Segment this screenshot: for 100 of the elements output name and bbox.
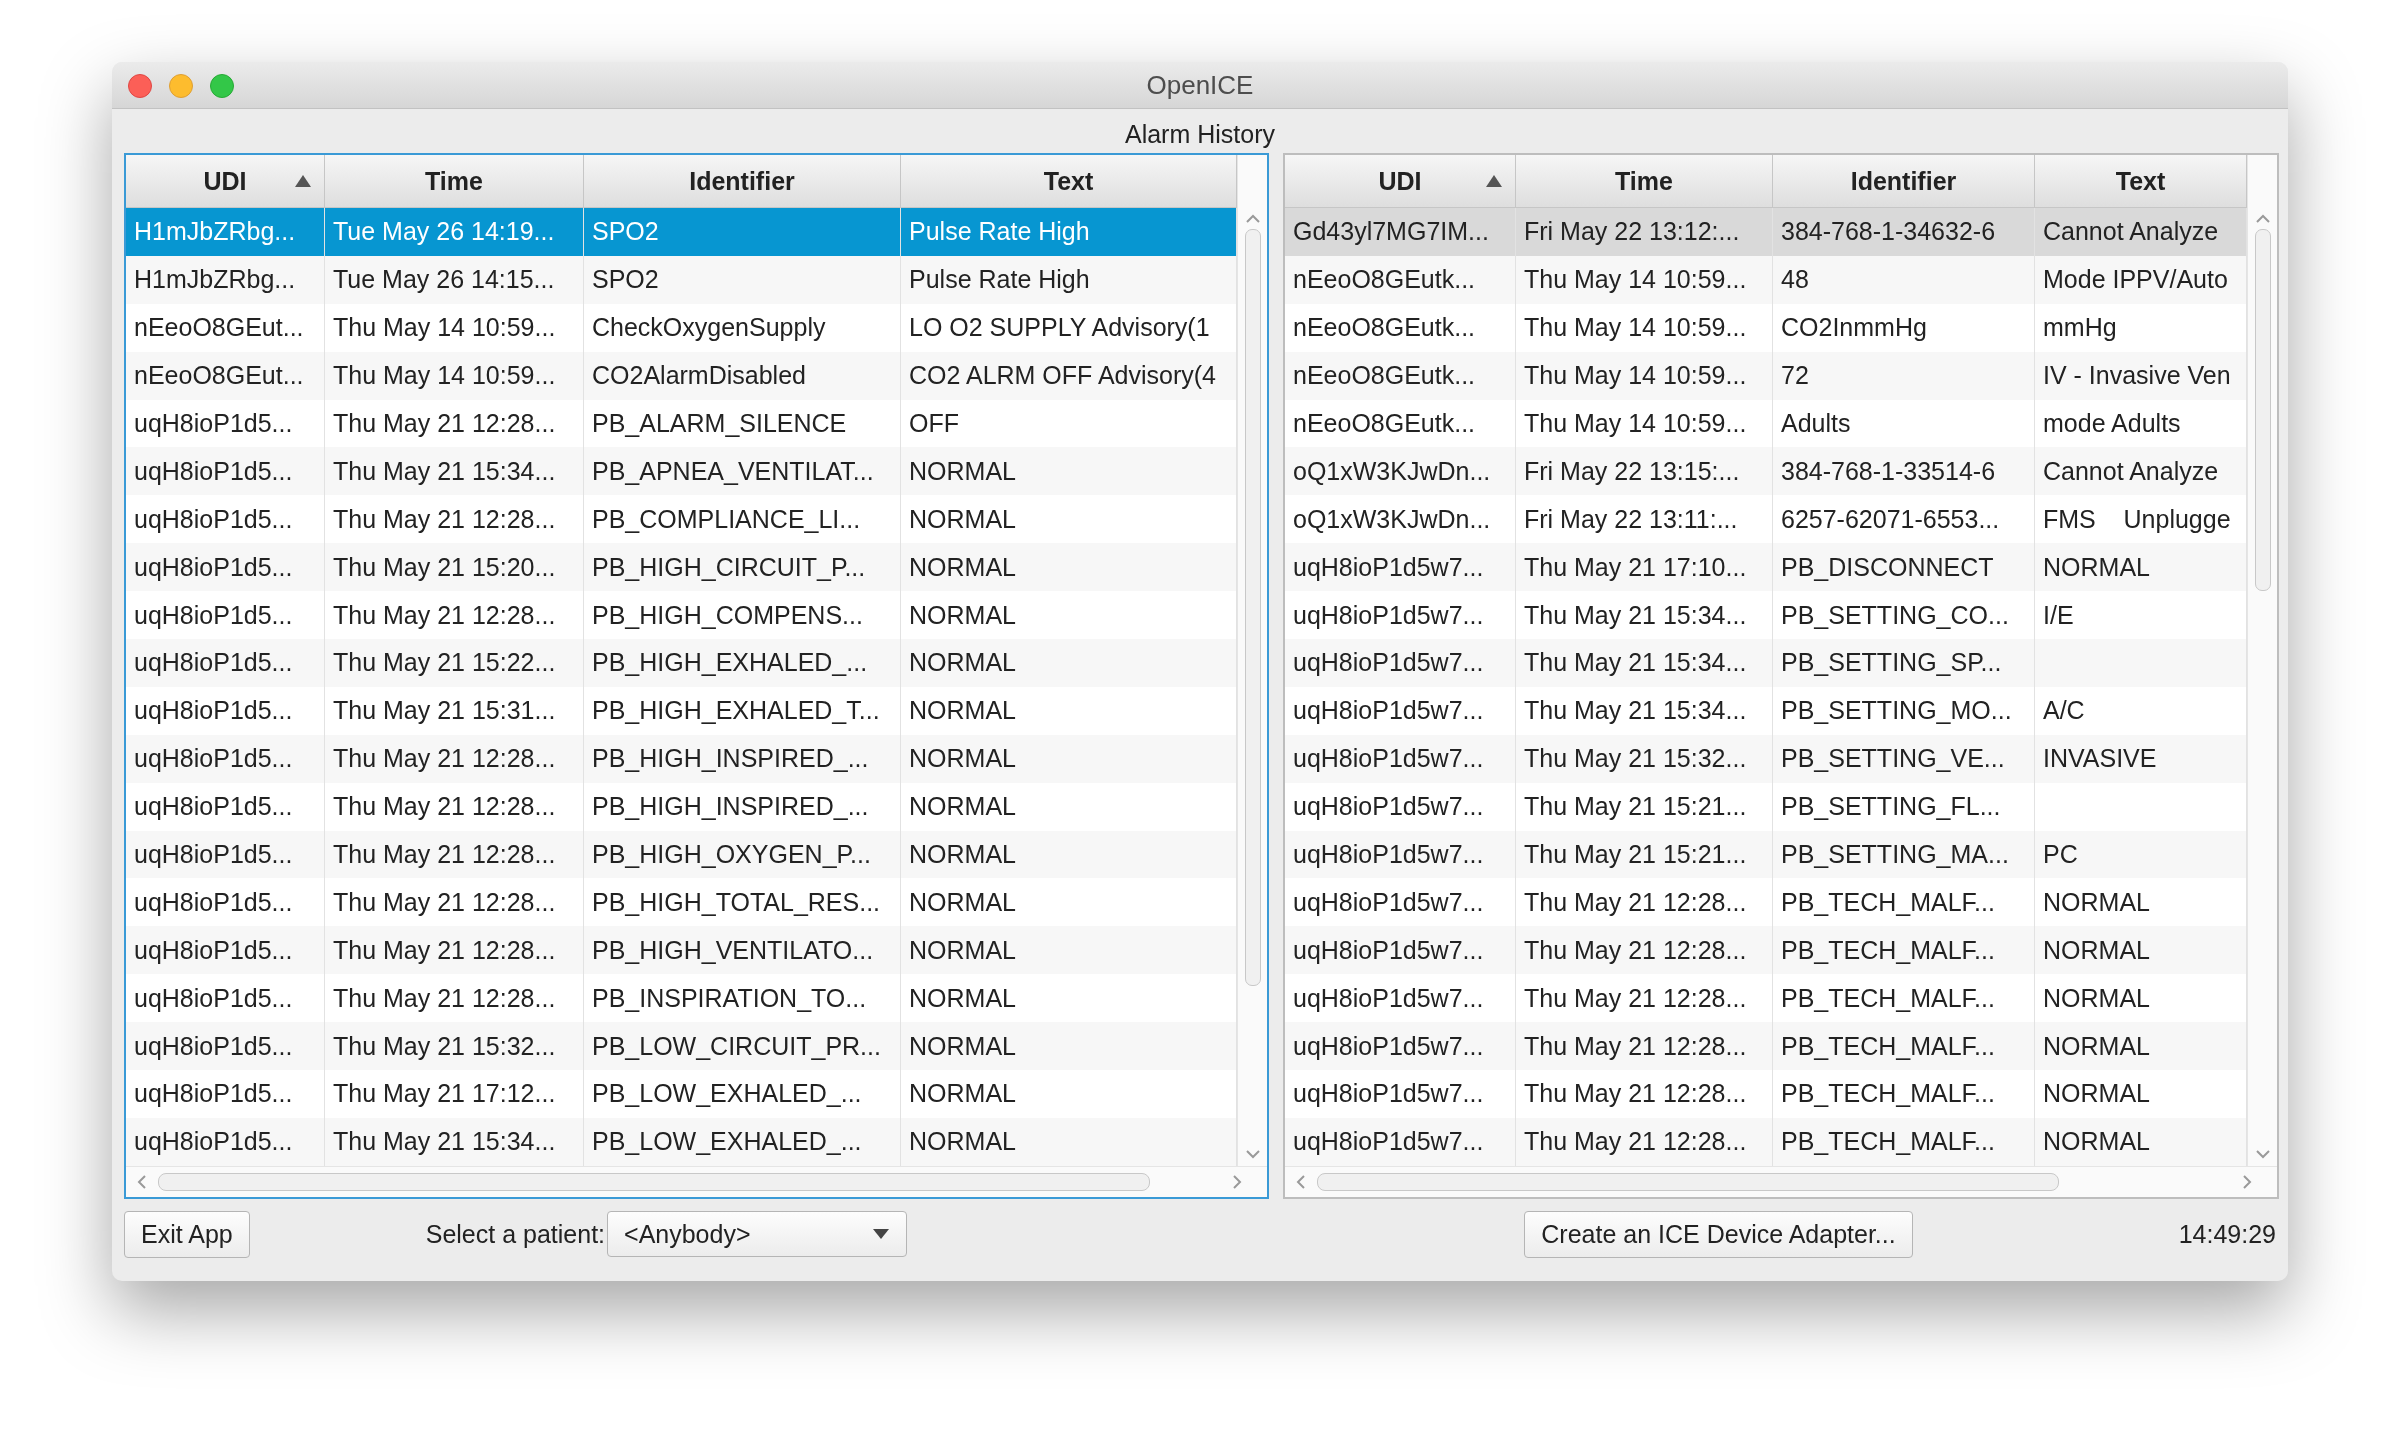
table-cell: uqH8ioP1d5...: [134, 1079, 293, 1109]
close-button[interactable]: [128, 74, 152, 98]
table-row[interactable]: uqH8ioP1d5w7... Thu May 21 12:28... PB_TECH_MALF... NORMAL: [1285, 1117, 2247, 1166]
minimize-button[interactable]: [169, 74, 193, 98]
patient-dropdown[interactable]: <Anybody>: [607, 1211, 908, 1258]
table-cell: PB_SETTING_MA...: [1781, 840, 2009, 869]
table-cell: Mode IPPV/Auto: [2043, 265, 2228, 295]
horizontal-scrollbar[interactable]: [1285, 1165, 2277, 1197]
table-cell: uqH8ioP1d5w7...: [1293, 887, 1484, 917]
table-cell: NORMAL: [2043, 1079, 2150, 1109]
scroll-down-icon[interactable]: [2253, 1147, 2272, 1160]
table-cell: uqH8ioP1d5...: [134, 935, 293, 965]
table-cell: oQ1xW3KJwDn...: [1293, 456, 1491, 486]
table-cell: PB_SETTING_MO...: [1781, 696, 2012, 726]
vertical-scrollbar[interactable]: [1237, 155, 1267, 1166]
table-cell: Thu May 14 10:59...: [1524, 313, 1747, 343]
table-row[interactable]: uqH8ioP1d5... Thu May 21 15:20... PB_HIGH_CIRCUIT_P... NORMAL: [126, 543, 1237, 592]
table-cell: nEeoO8GEut...: [134, 313, 304, 343]
table-cell: NORMAL: [2043, 1031, 2150, 1061]
table-cell: Thu May 21 15:20...: [333, 552, 556, 582]
table-row[interactable]: uqH8ioP1d5w7... Thu May 21 15:32... PB_SETTING_VE... INVASIVE: [1285, 734, 2247, 783]
table-cell: Thu May 21 12:28...: [1524, 887, 1747, 917]
table-cell: NORMAL: [2043, 1127, 2150, 1157]
zoom-button[interactable]: [210, 74, 234, 98]
caret-icon: [872, 1228, 891, 1241]
table-row[interactable]: uqH8ioP1d5... Thu May 21 15:34... PB_APNEA_VENTILAT... NORMAL: [126, 447, 1237, 496]
table-row[interactable]: Gd43yl7MG7IM... Fri May 22 13:12:... 384-768-1-34632-6 Cannot Analyze: [1285, 208, 2247, 256]
table-row[interactable]: H1mJbZRbg... Tue May 26 14:15... SPO2 Pulse Rate High: [126, 255, 1237, 304]
table-row[interactable]: uqH8ioP1d5... Thu May 21 12:28... PB_HIGH_VENTILATO... NORMAL: [126, 926, 1237, 975]
table-row[interactable]: oQ1xW3KJwDn... Fri May 22 13:15:... 384-768-1-33514-6 Cannot Analyze: [1285, 447, 2247, 496]
table-cell: Pulse Rate High: [909, 265, 1090, 295]
scroll-down-icon[interactable]: [1243, 1147, 1262, 1160]
vertical-scrollbar[interactable]: [2247, 155, 2277, 1166]
table-cell: mode Adults: [2043, 409, 2181, 438]
scrollbar-thumb[interactable]: [2254, 229, 2271, 591]
table-cell: Pulse Rate High: [909, 217, 1090, 247]
table-cell: PB_ALARM_SILENCE: [592, 409, 847, 438]
table-cell: NORMAL: [909, 1031, 1016, 1061]
table-row[interactable]: nEeoO8GEutk... Thu May 14 10:59... 48 Mode IPPV/Auto: [1285, 255, 2247, 304]
table-cell: Cannot Analyze: [2043, 217, 2219, 247]
table-cell: NORMAL: [909, 696, 1016, 726]
table-cell: uqH8ioP1d5w7...: [1293, 696, 1484, 726]
table-row[interactable]: nEeoO8GEutk... Thu May 14 10:59... 72 IV - Invasive Ven: [1285, 351, 2247, 400]
column-header[interactable]: Identifier: [1773, 155, 2035, 207]
column-header[interactable]: UDI: [1285, 155, 1516, 207]
table-row[interactable]: uqH8ioP1d5w7... Thu May 21 17:10... PB_DISCONNECT NORMAL: [1285, 543, 2247, 592]
table-row[interactable]: nEeoO8GEut... Thu May 14 10:59... CO2AlarmDisabled CO2 ALRM OFF Advisory(4: [126, 351, 1237, 400]
table-cell: NORMAL: [2043, 887, 2150, 917]
column-header[interactable]: Identifier: [584, 155, 901, 207]
create-adapter-button[interactable]: Create an ICE Device Adapter...: [1524, 1210, 1913, 1258]
scroll-left-icon[interactable]: [136, 1172, 148, 1191]
table-cell: IV - Invasive Ven: [2043, 361, 2231, 391]
table-row[interactable]: uqH8ioP1d5... Thu May 21 15:22... PB_HIGH_EXHALED_... NORMAL: [126, 639, 1237, 687]
scrollbar-thumb[interactable]: [1244, 229, 1261, 986]
table-cell: uqH8ioP1d5w7...: [1293, 600, 1484, 630]
table-row[interactable]: uqH8ioP1d5w7... Thu May 21 15:34... PB_SETTING_SP...: [1285, 639, 2247, 687]
table-row[interactable]: uqH8ioP1d5... Thu May 21 12:28... PB_HIGH_OXYGEN_P... NORMAL: [126, 830, 1237, 879]
table-cell: oQ1xW3KJwDn...: [1293, 504, 1491, 534]
scrollbar-thumb[interactable]: [158, 1172, 1150, 1191]
window-title: OpenICE: [1146, 69, 1254, 101]
table-cell: Thu May 21 15:32...: [333, 1031, 556, 1061]
table-cell: PB_COMPLIANCE_LI...: [592, 504, 861, 534]
table-cell: Thu May 21 12:28...: [333, 935, 556, 965]
scroll-left-icon[interactable]: [1295, 1172, 1307, 1191]
horizontal-scrollbar[interactable]: [126, 1165, 1267, 1197]
table-cell: uqH8ioP1d5w7...: [1293, 983, 1484, 1013]
table-row[interactable]: uqH8ioP1d5w7... Thu May 21 12:28... PB_TECH_MALF... NORMAL: [1285, 926, 2247, 975]
table-row[interactable]: uqH8ioP1d5w7... Thu May 21 15:21... PB_SETTING_MA... PC: [1285, 830, 2247, 879]
table-cell: Thu May 21 12:28...: [1524, 1127, 1747, 1157]
table-row[interactable]: uqH8ioP1d5... Thu May 21 15:32... PB_LOW_CIRCUIT_PR... NORMAL: [126, 1022, 1237, 1071]
table-cell: uqH8ioP1d5...: [134, 1031, 293, 1061]
column-header[interactable]: Time: [325, 155, 584, 207]
scroll-right-icon[interactable]: [2241, 1172, 2253, 1191]
table-cell: CO2InmmHg: [1781, 313, 1927, 343]
table-cell: PB_HIGH_INSPIRED_...: [592, 744, 869, 774]
table-row[interactable]: uqH8ioP1d5... Thu May 21 15:34... PB_LOW_EXHALED_... NORMAL: [126, 1117, 1237, 1166]
scrollbar-thumb[interactable]: [1317, 1172, 2059, 1191]
exit-app-button[interactable]: Exit App: [124, 1210, 250, 1258]
table-cell: Thu May 21 15:34...: [1524, 600, 1747, 630]
column-header[interactable]: UDI: [126, 155, 325, 207]
table-cell: NORMAL: [909, 1079, 1016, 1109]
column-header[interactable]: Time: [1516, 155, 1773, 207]
table-cell: uqH8ioP1d5...: [134, 552, 293, 582]
table-cell: PB_HIGH_TOTAL_RES...: [592, 887, 881, 917]
table-cell: CO2 ALRM OFF Advisory(4: [909, 361, 1217, 391]
table-cell: mmHg: [2043, 313, 2117, 343]
table-cell: FMS Unplugge: [2043, 504, 2231, 534]
table-cell: Thu May 21 12:28...: [333, 409, 556, 438]
table-row[interactable]: uqH8ioP1d5... Thu May 21 12:28... PB_HIGH_INSPIRED_... NORMAL: [126, 734, 1237, 783]
table-cell: NORMAL: [909, 1127, 1016, 1157]
table-cell: uqH8ioP1d5...: [134, 696, 293, 726]
table-cell: uqH8ioP1d5...: [134, 504, 293, 534]
table-cell: Thu May 21 12:28...: [1524, 983, 1747, 1013]
clock: 14:49:29: [2178, 1219, 2276, 1249]
table-cell: uqH8ioP1d5w7...: [1293, 792, 1484, 822]
table-cell: nEeoO8GEutk...: [1293, 361, 1476, 391]
table-cell: uqH8ioP1d5...: [134, 648, 293, 678]
table-cell: 72: [1781, 361, 1809, 391]
scroll-right-icon[interactable]: [1231, 1172, 1243, 1191]
table-row[interactable]: uqH8ioP1d5w7... Thu May 21 12:28... PB_TECH_MALF... NORMAL: [1285, 1022, 2247, 1071]
